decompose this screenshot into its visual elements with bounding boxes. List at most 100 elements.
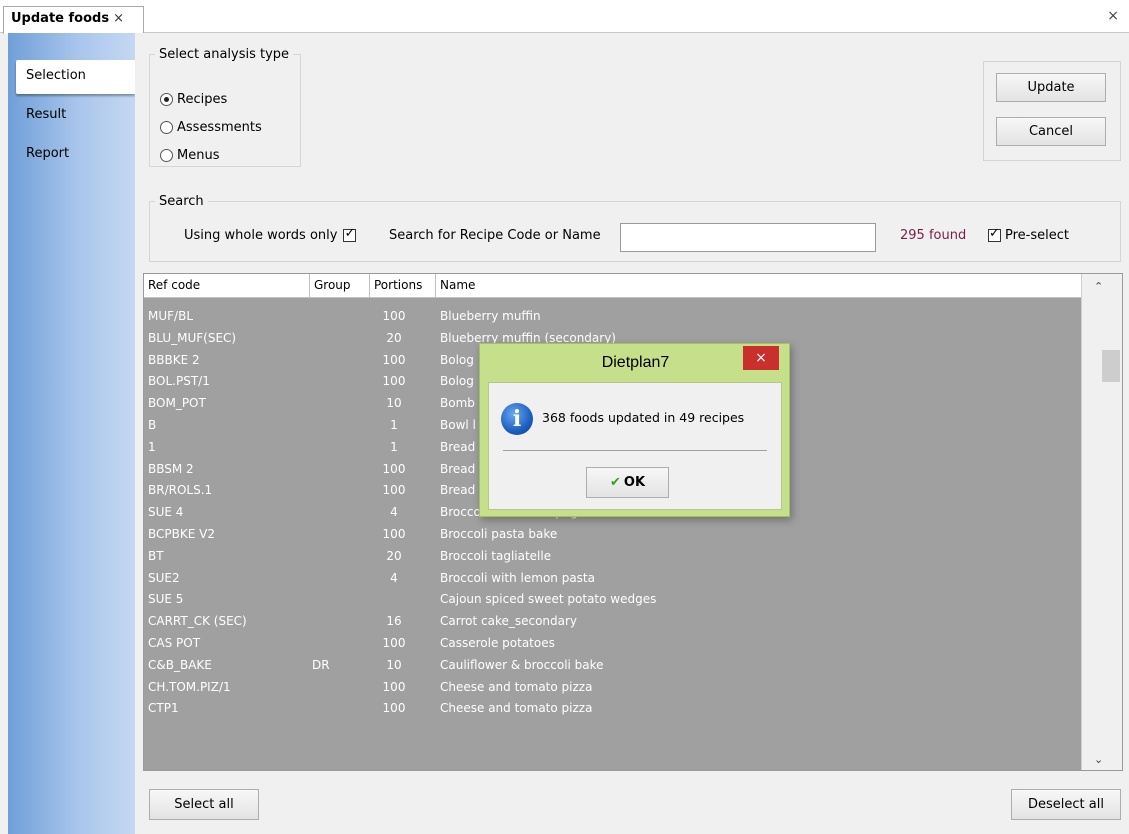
radio-menus-label: Menus <box>177 148 220 163</box>
update-button[interactable]: Update <box>996 73 1106 102</box>
search-input[interactable] <box>620 223 876 252</box>
cell-name: Casserole potatoes <box>440 636 555 650</box>
preselect-checkbox[interactable] <box>988 226 1001 242</box>
header-name[interactable]: Name <box>436 274 1081 298</box>
analysis-type-legend: Select analysis type <box>159 47 290 62</box>
table-row[interactable]: SUE 5 Cajoun spiced sweet potato wedges <box>144 589 1081 611</box>
cell-portions: 10 <box>386 396 402 411</box>
preselect-option[interactable]: Pre-select <box>988 226 1069 243</box>
whole-words-label: Using whole words only <box>184 228 338 243</box>
analysis-type-group: Select analysis type Recipes Assessments… <box>149 47 301 167</box>
dialog-message: 368 foods updated in 49 recipes <box>542 410 745 425</box>
radio-menus[interactable]: Menus <box>160 148 219 163</box>
header-ref-code[interactable]: Ref code <box>144 274 310 298</box>
dialog-close-button[interactable]: × <box>743 346 779 370</box>
cell-name: Bowl l <box>440 418 476 432</box>
radio-assessments[interactable]: Assessments <box>160 120 262 135</box>
cell-portions: 100 <box>382 679 406 694</box>
scroll-down-icon[interactable]: ⌄ <box>1094 753 1103 766</box>
radio-menus-indicator[interactable] <box>160 149 173 162</box>
cell-ref-code: BBBKE 2 <box>148 352 200 367</box>
cell-ref-code: BR/ROLS.1 <box>148 483 213 498</box>
sidebar-item-report[interactable]: Report <box>16 138 135 172</box>
cell-name: Blueberry muffin <box>440 309 541 323</box>
cell-ref-code: BBSM 2 <box>148 461 194 476</box>
cell-name: Carrot cake_secondary <box>440 614 578 629</box>
cell-name: Bomb <box>440 396 475 411</box>
ok-label: OK <box>623 475 646 490</box>
scroll-up-icon[interactable]: ⌃ <box>1094 280 1103 293</box>
tab-strip: Update foods × × <box>0 0 1129 34</box>
table-row[interactable]: BCPBKE V2 100 Broccoli pasta bake <box>144 524 1081 546</box>
checkmark-icon: ✔ <box>609 475 621 490</box>
cell-portions: 100 <box>382 527 406 541</box>
tab-close-icon[interactable]: × <box>113 11 124 26</box>
cell-portions: 1 <box>390 418 398 432</box>
cell-ref-code: MUF/BL <box>148 309 193 323</box>
cell-portions: 100 <box>382 309 406 323</box>
found-count: 295 found <box>900 228 967 243</box>
cell-portions: 100 <box>382 701 406 716</box>
table-row[interactable]: CAS POT 100 Casserole potatoes <box>144 633 1081 655</box>
cell-name: Bread <box>440 483 476 498</box>
cell-name: Bread <box>440 439 476 454</box>
tab-title: Update foods <box>11 11 110 26</box>
cell-ref-code: C&B_BAKE <box>148 657 212 672</box>
cell-name: Cheese and tomato pizza <box>440 679 593 694</box>
whole-words-checkbox[interactable] <box>343 226 357 242</box>
table-row[interactable]: CARRT_CK (SEC) 16 Carrot cake_secondary <box>144 611 1081 633</box>
dialog-separator <box>503 450 767 451</box>
cell-portions: 100 <box>382 352 406 367</box>
radio-recipes-label: Recipes <box>177 92 228 107</box>
cell-name: Broccoli tagliatelle <box>440 548 552 563</box>
cell-ref-code: 1 <box>148 439 156 454</box>
actions-group: Update Cancel <box>983 61 1121 161</box>
cell-name: Cajoun spiced sweet potato wedges <box>440 592 657 607</box>
search-legend: Search <box>159 194 204 209</box>
cell-name: Broccoli pasta bake <box>440 527 558 541</box>
ok-button[interactable]: ✔ OK <box>586 467 669 498</box>
radio-assessments-indicator[interactable] <box>160 121 173 134</box>
radio-recipes[interactable]: Recipes <box>160 92 227 107</box>
cell-ref-code: BLU_MUF(SEC) <box>148 330 237 345</box>
radio-recipes-indicator[interactable] <box>160 93 173 106</box>
cell-ref-code: SUE 4 <box>148 505 184 520</box>
radio-assessments-label: Assessments <box>177 120 262 135</box>
cell-ref-code: SUE2 <box>148 570 180 585</box>
cell-portions: 100 <box>382 636 406 650</box>
table-row[interactable]: BT 20 Broccoli tagliatelle <box>144 546 1081 568</box>
table-row[interactable]: MUF/BL 100 Blueberry muffin <box>144 306 1081 328</box>
cell-portions: 100 <box>382 461 406 476</box>
cell-portions: 20 <box>386 548 402 563</box>
deselect-all-button[interactable]: Deselect all <box>1011 789 1121 820</box>
cell-portions: 10 <box>386 657 402 672</box>
tab-update-foods[interactable]: Update foods × <box>3 6 144 34</box>
cell-portions: 20 <box>386 330 402 345</box>
cell-portions: 16 <box>386 614 402 629</box>
sidebar: Selection Result Report <box>8 33 135 834</box>
header-group[interactable]: Group <box>310 274 370 298</box>
cell-group: DR <box>312 657 330 672</box>
table-row[interactable]: CH.TOM.PIZ/1 100 Cheese and tomato pizza <box>144 677 1081 699</box>
table-row[interactable]: CTP1 100 Cheese and tomato pizza <box>144 698 1081 720</box>
select-all-button[interactable]: Select all <box>149 789 259 820</box>
window-close-icon[interactable]: × <box>1107 8 1119 24</box>
cell-ref-code: BCPBKE V2 <box>148 527 215 541</box>
whole-words-option[interactable]: Using whole words only <box>184 226 357 243</box>
cell-ref-code: CTP1 <box>148 701 179 716</box>
scroll-thumb[interactable] <box>1102 350 1120 382</box>
table-row[interactable]: C&B_BAKE DR 10 Cauliflower & broccoli bake <box>144 655 1081 677</box>
cell-ref-code: CARRT_CK (SEC) <box>148 614 247 629</box>
app-window: Update foods × × Selection Result Report … <box>0 0 1129 834</box>
cell-name: Bolog <box>440 374 474 389</box>
sidebar-item-selection[interactable]: Selection <box>16 60 135 94</box>
cell-ref-code: BOL.PST/1 <box>148 374 210 389</box>
header-portions[interactable]: Portions <box>370 274 436 298</box>
grid-scrollbar[interactable]: ⌃ ⌄ <box>1081 274 1122 770</box>
sidebar-item-result[interactable]: Result <box>16 99 135 133</box>
cell-ref-code: BT <box>148 548 164 563</box>
dialog-body: i 368 foods updated in 49 recipes ✔ OK <box>488 382 782 510</box>
table-row[interactable]: SUE2 4 Broccoli with lemon pasta <box>144 568 1081 590</box>
cancel-button[interactable]: Cancel <box>996 117 1106 146</box>
search-label: Search for Recipe Code or Name <box>389 228 601 243</box>
